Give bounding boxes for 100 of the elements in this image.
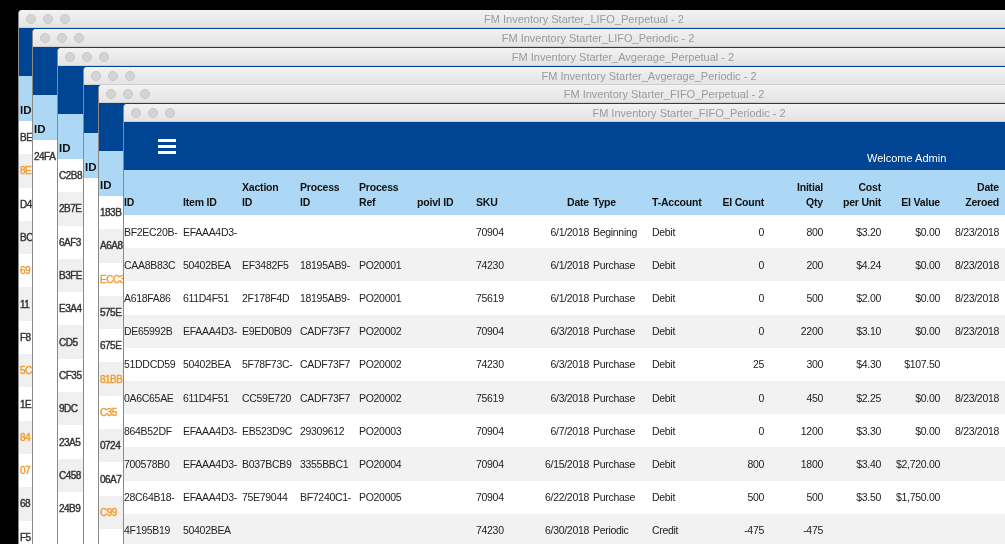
table-cell-text: $0.00	[914, 258, 941, 271]
table-cell: A6A8	[100, 240, 123, 252]
table-cell-text: 75619	[476, 391, 505, 404]
table-cell: 1E	[20, 398, 32, 410]
column-header: EI Value	[900, 195, 941, 210]
table-cell-text: EFAAA4D3-	[183, 491, 238, 504]
table-cell-text: CADF73F7	[300, 325, 352, 338]
table-cell-text: 0	[757, 291, 765, 304]
table-cell: 2B7E	[59, 203, 82, 215]
window-title: FM Inventory Starter_Avgerage_Perpetual - 2	[511, 50, 735, 63]
table-cell-text: 18195AB9-	[300, 291, 351, 304]
table-cell-text: 0	[757, 391, 765, 404]
table-cell-text: Debit	[652, 491, 677, 504]
table-cell-text: CAA8B83C	[124, 258, 177, 271]
table-cell-text: Debit	[652, 457, 677, 470]
zoom-button[interactable]	[125, 70, 135, 81]
table-cell-text: Purchase	[593, 325, 636, 338]
table-cell: ECC3	[100, 273, 125, 285]
table-cell-text: BF7240C1-	[300, 491, 352, 504]
window-title: FM Inventory Starter_FIFO_Perpetual - 2	[563, 87, 765, 100]
table-cell: C2B8	[59, 170, 82, 182]
column-header: T-Account	[652, 195, 703, 210]
zoom-button[interactable]	[60, 13, 70, 24]
column-header: ID	[99, 179, 112, 193]
zoom-button[interactable]	[140, 88, 150, 99]
table-cell-text: 611D4F51	[183, 291, 230, 304]
column-header: ID	[58, 142, 71, 156]
table-cell-text: 864B52DF	[124, 424, 173, 437]
close-button[interactable]	[65, 51, 75, 62]
table-cell-text: BF2EC20B-	[124, 225, 179, 238]
table-cell-text: 50402BEA	[183, 358, 232, 371]
column-header: Initial Qty	[795, 180, 824, 210]
table-cell-text: -475	[802, 524, 824, 537]
table-cell-text: $3.30	[855, 424, 882, 437]
table-cell-text: Purchase	[593, 424, 636, 437]
table-cell-text: 25	[751, 358, 765, 371]
close-button[interactable]	[91, 70, 101, 81]
column-header: ID	[33, 123, 46, 137]
table-cell-text: 6/1/2018	[549, 291, 590, 304]
table-cell-text: Purchase	[593, 358, 636, 371]
table-cell: 9DC	[59, 403, 78, 415]
zoom-button[interactable]	[74, 32, 84, 43]
table-cell-text: PO20004	[359, 457, 403, 470]
minimize-button[interactable]	[123, 88, 133, 99]
zoom-button[interactable]	[99, 51, 109, 62]
table-cell-text: CC59E720	[242, 391, 292, 404]
table-cell: 84	[20, 431, 31, 443]
close-button[interactable]	[106, 88, 116, 99]
table-cell-text: 611D4F51	[183, 391, 230, 404]
table-cell-text: 0	[757, 258, 765, 271]
table-cell: CF35	[59, 369, 82, 381]
table-cell: 6AF3	[59, 236, 81, 248]
minimize-button[interactable]	[43, 13, 53, 24]
minimize-button[interactable]	[57, 32, 67, 43]
table-cell-text: Debit	[652, 225, 677, 238]
column-header: Xaction ID	[242, 180, 280, 210]
table-cell-text: 6/22/2018	[544, 491, 590, 504]
table-cell: 24B9	[59, 503, 81, 515]
table-cell-text: 70904	[476, 325, 505, 338]
close-button[interactable]	[26, 13, 36, 24]
table-cell-text: 6/1/2018	[549, 225, 590, 238]
table-cell-text: 0	[757, 424, 765, 437]
welcome-text: Welcome Admin	[867, 152, 947, 164]
menu-icon[interactable]	[158, 138, 176, 154]
table-cell-text: EFAAA4D3-	[183, 325, 238, 338]
table-cell-text: 3355BBC1	[300, 457, 350, 470]
table-cell-text: 6/30/2018	[544, 524, 590, 537]
table-cell-text: CADF73F7	[300, 358, 352, 371]
table-cell: BE	[20, 132, 33, 144]
table-cell-text: Purchase	[593, 391, 636, 404]
table-cell-text: 8/23/2018	[954, 424, 1000, 437]
table-cell-text: 5F78F73C-	[242, 358, 294, 371]
minimize-button[interactable]	[108, 70, 118, 81]
table-cell-text: Credit	[652, 524, 680, 537]
table-cell-text: 8/23/2018	[954, 325, 1000, 338]
table-cell-text: 74230	[476, 358, 505, 371]
table-cell-text: EFAAA4D3-	[183, 457, 238, 470]
table-cell: E3A4	[59, 303, 82, 315]
table-cell-text: 50402BEA	[183, 258, 232, 271]
minimize-button[interactable]	[148, 107, 158, 118]
table-cell-text: 450	[805, 391, 824, 404]
table-cell-text: 2200	[799, 325, 824, 338]
column-header: Type	[593, 195, 617, 210]
table-cell-text: Debit	[652, 291, 677, 304]
window-title: FM Inventory Starter_LIFO_Perpetual - 2	[484, 12, 684, 25]
table-cell-text: Purchase	[593, 457, 636, 470]
minimize-button[interactable]	[82, 51, 92, 62]
column-header: Item ID	[183, 195, 218, 210]
table-cell-text: 800	[805, 225, 824, 238]
table-cell-text: 500	[805, 491, 824, 504]
table-cell-text: 0A6C65AE	[124, 391, 175, 404]
table-cell-text: PO20002	[359, 391, 403, 404]
table-cell-text: Beginning	[593, 225, 638, 238]
zoom-button[interactable]	[165, 107, 175, 118]
close-button[interactable]	[131, 107, 141, 118]
table-cell: B3FE	[59, 270, 82, 282]
table-cell-text: Purchase	[593, 491, 636, 504]
table-cell-text: $4.24	[855, 258, 882, 271]
close-button[interactable]	[40, 32, 50, 43]
table-cell-text: 1800	[799, 457, 824, 470]
